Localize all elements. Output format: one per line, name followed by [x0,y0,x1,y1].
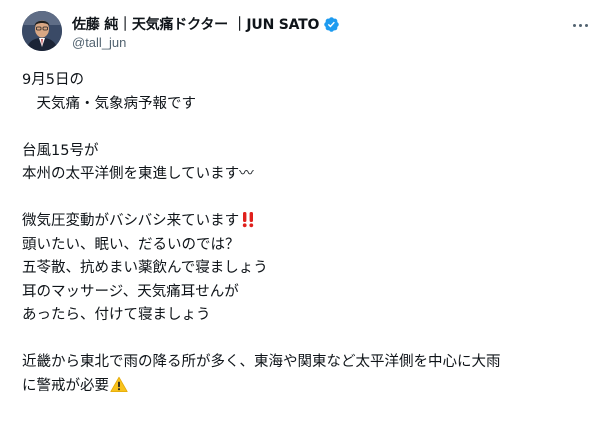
author-avatar[interactable] [22,11,62,51]
avatar-photo [22,11,62,51]
tweet-line: 天気痛・気象病予報です [22,95,196,112]
tweet-line: 耳のマッサージ、天気痛耳せんが [22,283,239,300]
author-handle[interactable]: @tall_jun [72,35,126,50]
tweet-line: 頭いたい、眠い、だるいのでは？ [22,236,240,253]
tweet-line: あったら、付けて寝ましょう [22,307,211,323]
tweet-line: 本州の太平洋側を東進しています〰 [22,166,254,182]
tweet-text: 9月5日の 天気痛・気象病予報です 台風15号が 本州の太平洋側を東進しています… [22,69,597,398]
tweet-line-with-emoji: に警戒が必要 [22,375,597,399]
tweet-line: 近畿から東北で雨の降る所が多く、東海や関東など太平洋側を中心に大雨 [22,354,501,370]
tweet-line-with-emoji: 微気圧変動がバシバシ来ています [22,210,597,234]
verified-badge-icon[interactable] [323,16,340,33]
tweet-line-text: 微気圧変動がバシバシ来ています [22,213,240,229]
tweet-line: 五苓散、抗めまい薬飲んで寝ましょう [22,260,268,276]
warning-emoji [110,376,128,402]
tweet-line: 台風15号が [22,142,99,159]
author-display-name[interactable]: 佐藤 純｜天気痛ドクター ｜JUN SATO [72,14,319,34]
tweet-line: 9月5日の [22,72,84,88]
more-options-icon[interactable] [567,15,593,35]
tweet-line-text: に警戒が必要 [22,377,109,394]
double-exclamation-emoji [240,211,256,237]
author-name-row: 佐藤 純｜天気痛ドクター ｜JUN SATO [72,14,340,34]
tweet-card: 佐藤 純｜天気痛ドクター ｜JUN SATO @tall_jun 9月5日の 天… [0,0,603,445]
